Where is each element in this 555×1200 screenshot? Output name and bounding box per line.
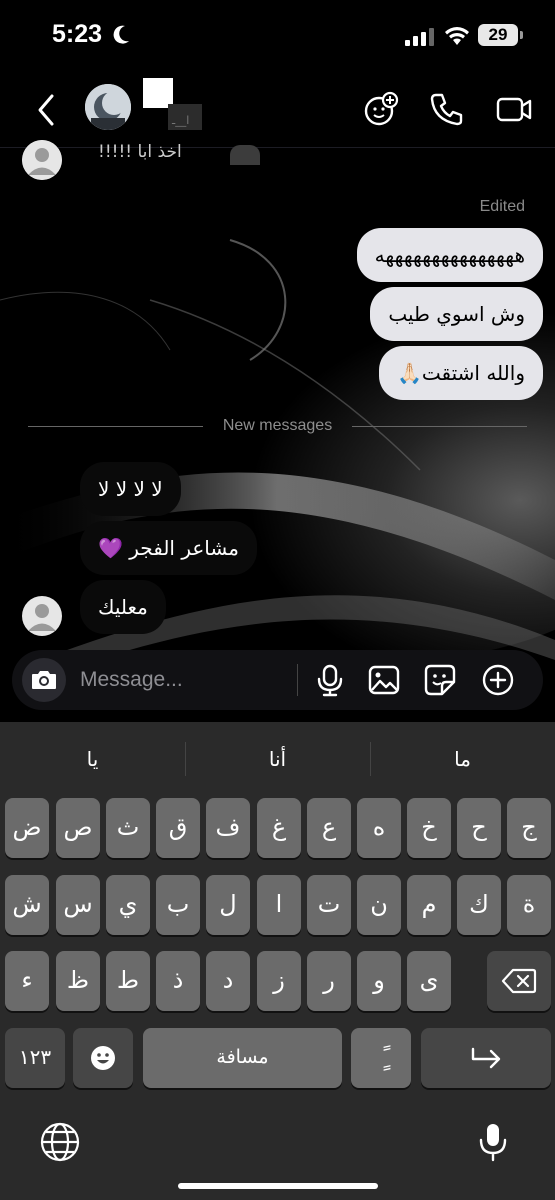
incoming-message[interactable]: مشاعر الفجر 💜 [80,521,257,575]
key[interactable]: ص [56,798,100,858]
suggestion[interactable]: يا [0,722,185,796]
message-input[interactable] [80,664,290,696]
key[interactable]: ض [5,798,49,858]
moon-icon [113,25,129,44]
wifi-icon [445,27,469,45]
effects-icon[interactable] [362,90,400,128]
phone-icon[interactable] [428,90,466,128]
new-messages-label: New messages [222,417,333,434]
key[interactable]: ظ [56,951,100,1011]
video-call-icon[interactable] [495,90,533,128]
diacritic-key[interactable]: ًٍ [351,1028,411,1088]
key[interactable]: ي [106,875,150,935]
delete-key[interactable] [487,951,551,1011]
key[interactable]: ط [106,951,150,1011]
key[interactable]: ا [257,875,301,935]
back-icon[interactable] [32,90,62,130]
gallery-icon[interactable] [366,662,402,698]
backspace-icon [501,968,537,994]
key[interactable]: س [56,875,100,935]
status-bar: 5:23 29 [0,0,555,72]
suggestion-separator [370,742,371,776]
outgoing-message[interactable]: وش اسوي طيب [370,287,543,341]
default-avatar-icon [22,596,62,636]
keyboard: ما أنا يا ج ح خ ه ع غ ف ق ث ص ض ة ك م ن … [0,722,555,1200]
key[interactable]: ف [206,798,250,858]
sticker-icon[interactable] [422,662,458,698]
return-icon [471,1047,501,1069]
key[interactable]: ح [457,798,501,858]
key[interactable]: م [407,875,451,935]
message-composer [12,650,543,710]
key[interactable]: ء [5,951,49,1011]
outgoing-message[interactable]: هههههههههههههههه [356,228,543,282]
add-icon[interactable] [480,662,516,698]
incoming-message[interactable]: معليك [80,580,166,634]
key[interactable]: ق [156,798,200,858]
key[interactable]: ذ [156,951,200,1011]
key[interactable]: ل [206,875,250,935]
key[interactable]: ز [257,951,301,1011]
return-key[interactable] [421,1028,551,1088]
camera-button[interactable] [22,658,66,702]
incoming-message[interactable]: لا لا لا لا [80,462,181,516]
moon-avatar-icon [85,84,131,130]
key[interactable]: ب [156,875,200,935]
key[interactable]: ه [357,798,401,858]
edited-label: Edited [479,198,525,215]
key[interactable]: ر [307,951,351,1011]
key[interactable]: غ [257,798,301,858]
key[interactable]: ش [5,875,49,935]
key[interactable]: ك [457,875,501,935]
key[interactable]: ن [357,875,401,935]
sender-avatar-top[interactable] [22,140,62,180]
key[interactable]: ى [407,951,451,1011]
key[interactable]: ع [307,798,351,858]
key[interactable]: ة [507,875,551,935]
key[interactable]: و [357,951,401,1011]
battery-nub [520,31,523,39]
camera-icon [32,671,56,689]
emoji-key[interactable] [73,1028,133,1088]
contact-subtitle: ا__ـ [172,114,190,127]
numbers-key[interactable]: ١٢٣ [5,1028,65,1088]
sender-avatar[interactable] [22,596,62,640]
key[interactable]: ج [507,798,551,858]
chat-header: ا__ـ [0,72,555,148]
suggestion-separator [185,742,186,776]
clock: 5:23 [52,20,103,48]
outgoing-message[interactable]: والله اشتقت🙏🏻 [378,346,543,400]
suggestion[interactable]: ما [370,722,555,796]
default-avatar-icon [22,140,62,180]
emoji-icon [91,1046,115,1070]
key[interactable]: خ [407,798,451,858]
composer-separator [297,664,298,696]
key[interactable]: ت [307,875,351,935]
home-indicator[interactable] [178,1183,378,1189]
key[interactable]: ث [106,798,150,858]
message-text-partial: !!!!! اخذ ابا [98,142,182,162]
cellular-signal-icon [405,28,434,46]
space-key[interactable]: مسافة [143,1028,342,1088]
contact-avatar[interactable] [85,84,131,130]
battery-indicator: 29 [478,24,518,46]
redacted-blur [230,145,260,165]
suggestion[interactable]: أنا [185,722,370,796]
globe-icon[interactable] [38,1120,82,1164]
key[interactable]: د [206,951,250,1011]
microphone-icon[interactable] [312,662,348,698]
dictation-icon[interactable] [471,1120,515,1164]
